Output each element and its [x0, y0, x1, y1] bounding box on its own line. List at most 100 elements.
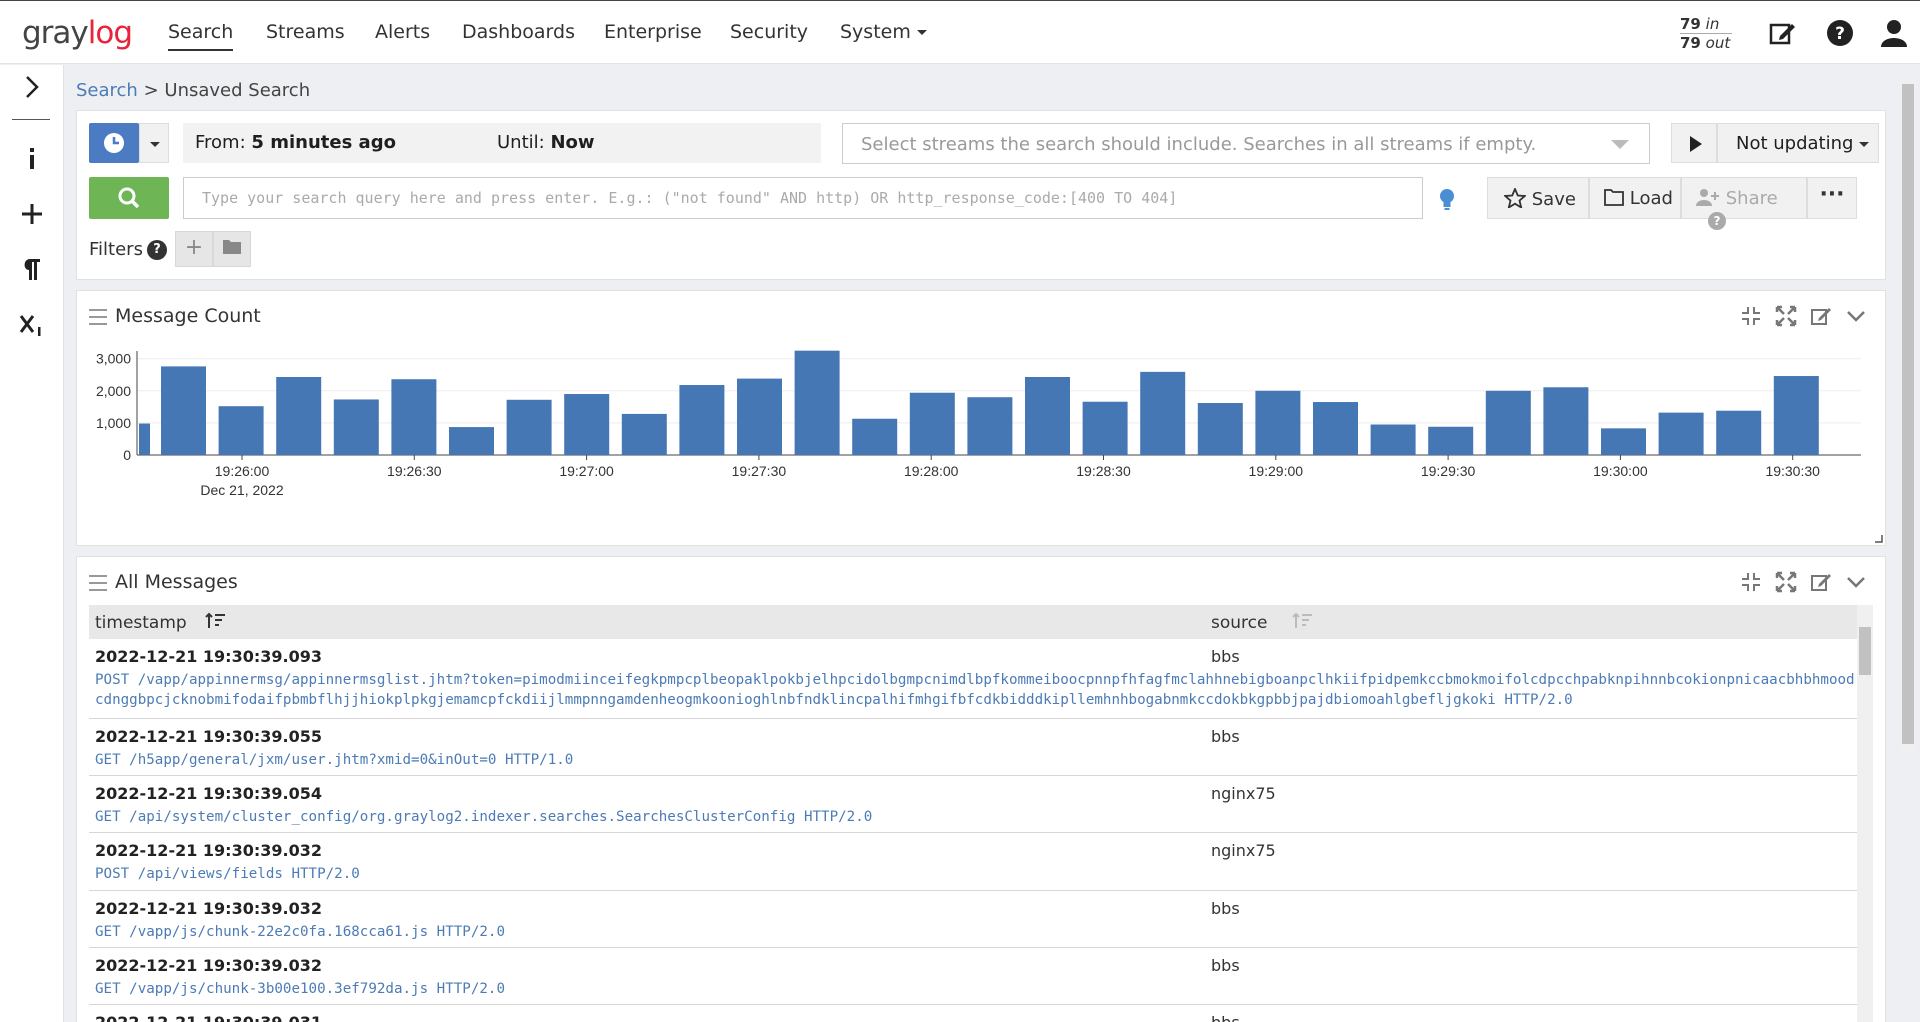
expand-icon[interactable] — [1775, 305, 1797, 327]
graylog-logo[interactable]: graylog — [22, 15, 133, 51]
chart-bar — [1485, 390, 1531, 455]
folder-icon — [1604, 189, 1624, 206]
ellipsis-icon: ··· — [1819, 182, 1845, 207]
message-text: GET /vapp/js/chunk-22e2c0fa.168cca61.js … — [95, 924, 505, 940]
table-row[interactable]: 2022-12-21 19:30:39.032 bbs GET /vapp/js… — [89, 948, 1859, 1005]
x-tick-label: 19:28:30 — [1076, 463, 1131, 479]
table-row[interactable]: 2022-12-21 19:30:39.093 bbs POST /vapp/a… — [89, 639, 1859, 719]
nav-streams[interactable]: Streams — [266, 21, 345, 43]
chevron-down-icon[interactable] — [1845, 305, 1867, 327]
table-row[interactable]: 2022-12-21 19:30:39.031 bbs — [89, 1005, 1859, 1022]
message-timestamp: 2022-12-21 19:30:39.054 — [95, 784, 322, 803]
chart-bar — [449, 427, 494, 455]
scrollbar-thumb[interactable] — [1859, 627, 1871, 675]
message-timestamp: 2022-12-21 19:30:39.093 — [95, 647, 322, 666]
more-actions-button[interactable]: ··· — [1807, 177, 1857, 219]
load-search-button[interactable]: Load — [1589, 177, 1681, 219]
edit-icon[interactable] — [1768, 19, 1796, 47]
streams-select[interactable]: Select streams the search should include… — [842, 123, 1650, 164]
chart-bar — [161, 366, 206, 455]
message-source: bbs — [1211, 1013, 1240, 1022]
nav-security[interactable]: Security — [730, 21, 808, 43]
nav-alerts[interactable]: Alerts — [375, 21, 430, 43]
all-messages-widget: All Messages timestamp source 2022-12-21… — [76, 556, 1886, 1022]
filters-label: Filters — [89, 239, 143, 260]
message-timestamp: 2022-12-21 19:30:39.032 — [95, 841, 322, 860]
filters-help-icon[interactable]: ? — [147, 240, 167, 260]
chart-bar — [737, 378, 782, 455]
x-tick-label: 19:29:30 — [1421, 463, 1476, 479]
refresh-play-button[interactable] — [1671, 123, 1717, 163]
throughput-indicator[interactable]: 79 in 79 out — [1680, 15, 1732, 52]
y-tick-label: 3,000 — [96, 351, 131, 367]
col-source[interactable]: source — [1211, 612, 1313, 633]
help-icon[interactable]: ? — [1826, 19, 1854, 47]
message-source: bbs — [1211, 899, 1240, 918]
subscript-icon[interactable] — [18, 310, 46, 338]
left-sidebar — [0, 65, 64, 1022]
nav-search[interactable]: Search — [168, 21, 234, 51]
message-source: nginx75 — [1211, 784, 1276, 803]
nav-system[interactable]: System — [840, 21, 927, 43]
messages-scrollbar[interactable] — [1857, 605, 1873, 1022]
y-tick-label: 0 — [123, 447, 131, 463]
time-range-type-button[interactable] — [89, 123, 139, 163]
drag-handle-icon[interactable] — [89, 309, 107, 325]
col-timestamp[interactable]: timestamp — [95, 612, 226, 633]
search-query-input[interactable]: Type your search query here and press en… — [183, 177, 1423, 219]
save-search-button[interactable]: Save — [1487, 177, 1589, 219]
user-icon[interactable] — [1880, 19, 1908, 47]
message-timestamp: 2022-12-21 19:30:39.032 — [95, 956, 322, 975]
drag-handle-icon[interactable] — [89, 575, 107, 591]
compress-icon[interactable] — [1740, 571, 1762, 593]
page-scrollbar-thumb[interactable] — [1902, 84, 1914, 744]
time-range-display[interactable]: From: 5 minutes ago Until: Now — [183, 123, 821, 163]
table-row[interactable]: 2022-12-21 19:30:39.055 bbs GET /h5app/g… — [89, 719, 1859, 776]
table-row[interactable]: 2022-12-21 19:30:39.054 nginx75 GET /api… — [89, 776, 1859, 833]
chevron-down-icon[interactable] — [1845, 571, 1867, 593]
share-search-button[interactable]: Share ? — [1681, 177, 1807, 230]
x-tick-label: 19:26:30 — [387, 463, 442, 479]
expand-icon[interactable] — [1775, 571, 1797, 593]
message-source: bbs — [1211, 647, 1240, 666]
add-widget-icon[interactable] — [18, 200, 46, 228]
search-button[interactable] — [89, 177, 169, 219]
chart-bar — [1370, 424, 1416, 455]
widget-actions — [1732, 571, 1867, 597]
add-filter-button[interactable]: + — [175, 231, 213, 267]
load-filter-button[interactable] — [213, 231, 251, 267]
chart-bar — [794, 350, 840, 455]
table-row[interactable]: 2022-12-21 19:30:39.032 bbs GET /vapp/js… — [89, 891, 1859, 948]
chevron-down-icon — [1859, 141, 1870, 147]
expand-sidebar-icon[interactable] — [18, 73, 46, 101]
chart-bar — [679, 385, 725, 455]
chart-bar — [564, 394, 610, 455]
lightbulb-icon[interactable] — [1437, 187, 1457, 211]
message-count-widget: Message Count 0 1,000 2,000 3,000 19:26:00 19… — [76, 290, 1886, 546]
time-range-dropdown[interactable] — [139, 123, 169, 163]
paragraph-icon[interactable] — [18, 255, 46, 283]
nav-dashboards[interactable]: Dashboards — [462, 21, 575, 43]
chart-bar — [139, 423, 150, 455]
widget-title: All Messages — [115, 571, 238, 593]
info-icon[interactable] — [18, 145, 46, 173]
table-row[interactable]: 2022-12-21 19:30:39.032 nginx75 POST /ap… — [89, 833, 1859, 891]
compress-icon[interactable] — [1740, 305, 1762, 327]
folder-icon — [223, 240, 241, 254]
edit-widget-icon[interactable] — [1810, 571, 1832, 593]
edit-widget-icon[interactable] — [1810, 305, 1832, 327]
x-tick-label: 19:26:00 — [215, 463, 270, 479]
chevron-down-icon — [916, 30, 927, 35]
x-tick-label: 19:27:30 — [732, 463, 787, 479]
refresh-interval-dropdown[interactable]: Not updating — [1717, 123, 1879, 163]
page-scrollbar[interactable] — [1900, 80, 1916, 752]
chart-bar — [621, 413, 667, 455]
chevron-down-icon — [1611, 140, 1629, 149]
message-timestamp: 2022-12-21 19:30:39.055 — [95, 727, 322, 746]
nav-enterprise[interactable]: Enterprise — [604, 21, 702, 43]
chart-bar — [276, 377, 322, 455]
message-text: POST /api/views/fields HTTP/2.0 — [95, 866, 360, 882]
message-text: GET /api/system/cluster_config/org.grayl… — [95, 809, 873, 825]
resize-handle-icon[interactable] — [1875, 535, 1883, 543]
breadcrumb-search-link[interactable]: Search — [76, 80, 138, 101]
